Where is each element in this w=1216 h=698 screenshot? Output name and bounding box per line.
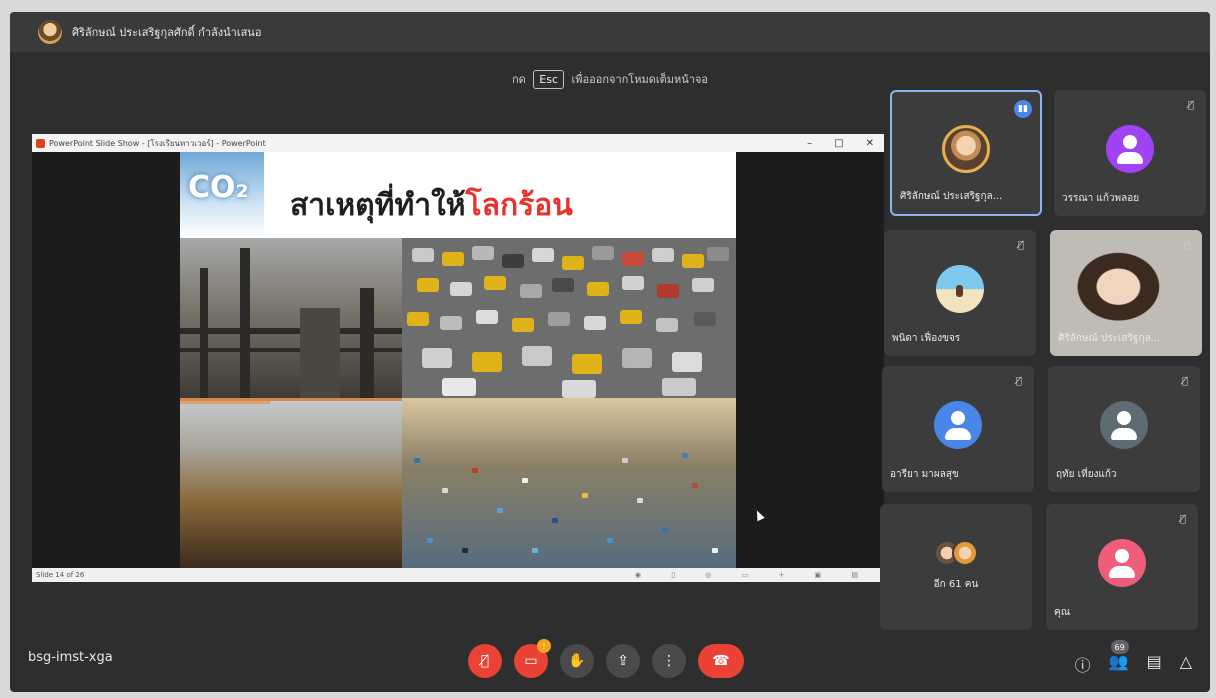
- participant-name: คุณ: [1054, 607, 1070, 618]
- participant-photo-avatar: [942, 125, 990, 173]
- close-button[interactable]: ✕: [866, 138, 874, 149]
- traffic-photo: [402, 238, 736, 398]
- slide-title-highlight: โลกร้อน: [465, 188, 573, 223]
- person-icon: [934, 401, 982, 449]
- esc-key: Esc: [533, 70, 565, 89]
- camera-warning-badge: !: [537, 639, 551, 653]
- presenter-avatar: [38, 20, 62, 44]
- co2-cloud-image: CO₂: [180, 152, 264, 238]
- participant-avatar: [1106, 125, 1154, 173]
- participant-tile[interactable]: ▮▮ ศิริลักษณ์ ประเสริฐกุล...: [890, 90, 1042, 216]
- present-button[interactable]: ⇪: [606, 644, 640, 678]
- participant-name: ศิริลักษณ์ ประเสริฐกุล...: [1058, 333, 1161, 344]
- slideshow-tools[interactable]: ◉ ▯ ◎ ▭ + ▣ ▤: [635, 571, 884, 579]
- presenter-bar: ศิริลักษณ์ ประเสริฐกุลศักดิ์ กำลังนำเสนอ: [10, 12, 1210, 52]
- beach-person-icon: [956, 285, 963, 297]
- camera-off-icon: ▭: [524, 653, 538, 669]
- participant-avatar: [1098, 539, 1146, 587]
- meet-screen: ศิริลักษณ์ ประเสริฐกุลศักดิ์ กำลังนำเสนอ…: [10, 12, 1210, 692]
- mini-avatar: [952, 540, 978, 566]
- participant-name: ศิริลักษณ์ ประเสริฐกุล...: [900, 191, 1003, 202]
- burning-field-photo: [180, 398, 402, 568]
- slide-counter: Slide 14 of 26: [36, 571, 85, 579]
- more-options-button[interactable]: ⋮: [652, 644, 686, 678]
- slide: CO₂ สาเหตุที่ทำให้โลกร้อน: [180, 152, 736, 568]
- co2-label: CO₂: [188, 170, 249, 205]
- person-icon: [1106, 125, 1154, 173]
- people-button[interactable]: 69 👥: [1108, 640, 1129, 676]
- ppt-titlebar: PowerPoint Slide Show - [โรงเรียนทาวเวอร…: [32, 134, 884, 152]
- slide-title-main: สาเหตุที่ทำให้: [290, 188, 466, 223]
- camera-toggle-button[interactable]: ▭ !: [514, 639, 551, 678]
- activities-icon[interactable]: △: [1180, 652, 1192, 676]
- more-participants-tile[interactable]: อีก 61 คน: [880, 504, 1032, 630]
- raise-hand-button[interactable]: ✋: [560, 644, 594, 678]
- info-icon[interactable]: ⓘ: [1075, 652, 1091, 676]
- mic-off-icon: 🎙̸: [1179, 514, 1186, 525]
- participant-tile[interactable]: 🎙̸ คุณ: [1046, 504, 1198, 630]
- fullscreen-hint: กด Esc เพื่อออกจากโหมดเต็มหน้าจอ: [10, 70, 1210, 89]
- meeting-code: bsg-imst-xga: [28, 650, 113, 665]
- participant-count-badge: 69: [1110, 640, 1129, 654]
- participant-tile[interactable]: 🎙̸ พนิดา เฟื่องขจร: [884, 230, 1036, 356]
- person-icon: [1098, 539, 1146, 587]
- more-participants-label: อีก 61 คน: [933, 579, 979, 590]
- grouped-avatars: [934, 540, 978, 566]
- mic-off-icon: 🎙̸: [1015, 376, 1022, 387]
- ppt-status-bar: Slide 14 of 26 ◉ ▯ ◎ ▭ + ▣ ▤: [32, 568, 884, 582]
- participant-tile[interactable]: 🎙̸ ฤทัย เที่ยงแก้ว: [1048, 366, 1200, 492]
- participant-name: วรรณา แก้วพลอย: [1062, 193, 1140, 204]
- meeting-controls-bar: bsg-imst-xga 🎙̸ ▭ ! ✋ ⇪ ⋮ ☎ ⓘ 69 👥 ▤ △: [10, 630, 1210, 692]
- participant-name: อารียา มาผลสุข: [890, 469, 959, 480]
- chat-icon[interactable]: ▤: [1147, 652, 1162, 676]
- mic-off-icon: 🎙̸: [480, 653, 490, 669]
- speaking-indicator-icon: ▮▮: [1014, 100, 1032, 118]
- slide-title: สาเหตุที่ทำให้โลกร้อน: [290, 182, 573, 229]
- garbage-dump-photo: [402, 398, 736, 568]
- call-controls: 🎙̸ ▭ ! ✋ ⇪ ⋮ ☎: [468, 639, 744, 678]
- mic-off-icon: 🎙̸: [1181, 376, 1188, 387]
- minimize-button[interactable]: –: [807, 138, 812, 149]
- participant-tile[interactable]: 🎙̸ วรรณา แก้วพลอย: [1054, 90, 1206, 216]
- mic-toggle-button[interactable]: 🎙̸: [468, 644, 502, 678]
- people-icon: 👥: [1108, 652, 1129, 671]
- esc-hint-prefix: กด: [511, 73, 526, 86]
- participant-name: ฤทัย เที่ยงแก้ว: [1056, 469, 1117, 480]
- mic-off-icon: 🎙̸: [1187, 100, 1194, 111]
- participant-photo-avatar: [936, 265, 984, 313]
- side-panel-buttons: ⓘ 69 👥 ▤ △: [1075, 640, 1192, 676]
- person-icon: [1100, 401, 1148, 449]
- participant-avatar: [934, 401, 982, 449]
- presenter-title: ศิริลักษณ์ ประเสริฐกุลศักดิ์ กำลังนำเสนอ: [72, 26, 262, 39]
- phone-hangup-icon: ☎: [712, 653, 730, 669]
- window-controls: – □ ✕: [807, 138, 884, 149]
- more-vert-icon: ⋮: [662, 653, 676, 669]
- participant-tile[interactable]: 🎙̸ ศิริลักษณ์ ประเสริฐกุล...: [1050, 230, 1202, 356]
- factory-photo: [180, 238, 402, 398]
- mic-off-icon: 🎙̸: [1017, 240, 1024, 251]
- end-call-button[interactable]: ☎: [698, 644, 744, 678]
- mic-off-icon: 🎙̸: [1183, 240, 1190, 251]
- participant-tile[interactable]: 🎙̸ อารียา มาผลสุข: [882, 366, 1034, 492]
- present-screen-icon: ⇪: [617, 653, 629, 669]
- maximize-button[interactable]: □: [834, 138, 843, 149]
- powerpoint-icon: [36, 138, 45, 148]
- hand-icon: ✋: [568, 653, 586, 669]
- ppt-window-title: PowerPoint Slide Show - [โรงเรียนทาวเวอร…: [49, 138, 266, 148]
- participant-avatar: [1100, 401, 1148, 449]
- esc-hint-suffix: เพื่อออกจากโหมดเต็มหน้าจอ: [571, 73, 709, 86]
- participant-name: พนิดา เฟื่องขจร: [892, 333, 961, 344]
